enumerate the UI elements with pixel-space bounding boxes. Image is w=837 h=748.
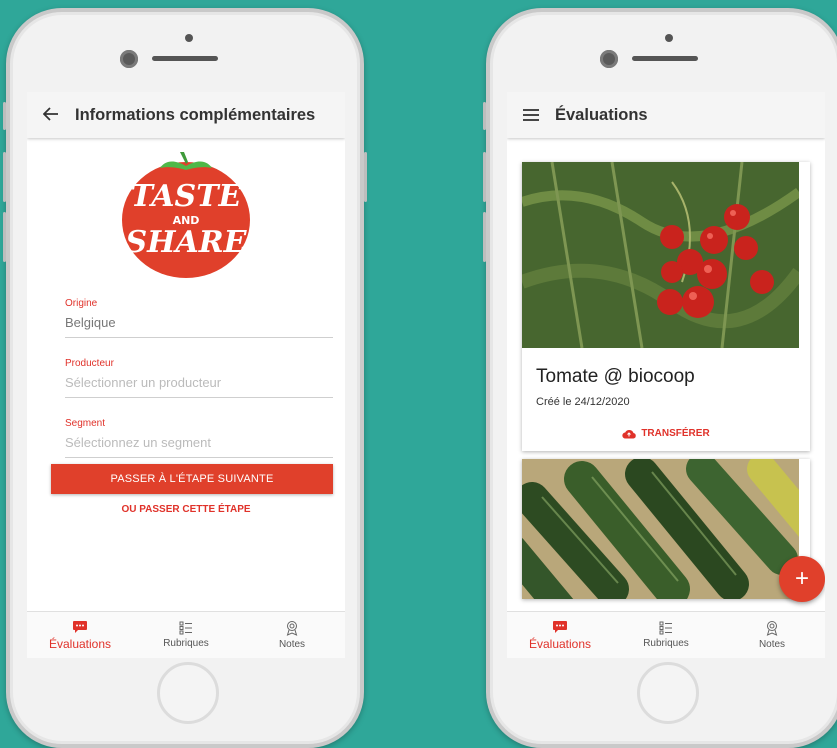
front-camera	[120, 50, 138, 68]
chat-bubble-icon	[73, 620, 87, 633]
producer-select[interactable]: Sélectionner un producteur	[65, 375, 333, 390]
nav-item-evaluations[interactable]: Évaluations	[507, 612, 613, 658]
side-button	[3, 212, 6, 262]
producer-field[interactable]: Producteur Sélectionner un producteur	[65, 358, 333, 398]
earpiece-speaker	[632, 56, 698, 61]
back-arrow-icon[interactable]	[27, 105, 75, 126]
transfer-label: TRANSFÉRER	[641, 428, 710, 439]
bottom-navigation: Évaluations Rubriques Notes	[27, 611, 345, 658]
phone-frame-left: Informations complémentaires TASTE AND S…	[3, 8, 367, 748]
page-title: Informations complémentaires	[75, 105, 316, 124]
side-button	[3, 152, 6, 202]
sensor-dot	[665, 34, 673, 42]
card-date: Créé le 24/12/2020	[536, 396, 630, 408]
cloud-upload-icon	[622, 429, 637, 439]
nav-item-rubriques[interactable]: Rubriques	[613, 612, 719, 658]
screen-right: Évaluations Tomate @ biocoop Créé le 24/…	[507, 92, 825, 658]
card-title: Tomate @ biocoop	[536, 366, 695, 387]
nav-label: Rubriques	[643, 638, 689, 649]
app-bar: Informations complémentaires	[27, 92, 345, 138]
nav-label: Rubriques	[163, 638, 209, 649]
skip-step-link[interactable]: OU PASSER CETTE ÉTAPE	[27, 504, 345, 515]
app-bar: Évaluations	[507, 92, 825, 138]
evaluation-card[interactable]: Tomate @ biocoop Créé le 24/12/2020 TRAN…	[522, 162, 810, 451]
menu-icon[interactable]	[507, 105, 555, 126]
segment-select[interactable]: Sélectionnez un segment	[65, 435, 333, 450]
segment-field[interactable]: Segment Sélectionnez un segment	[65, 418, 333, 458]
page-title: Évaluations	[555, 105, 648, 124]
nav-item-rubriques[interactable]: Rubriques	[133, 612, 239, 658]
svg-text:TASTE: TASTE	[131, 179, 243, 214]
award-icon	[766, 621, 778, 636]
nav-label: Évaluations	[48, 636, 112, 651]
segment-label: Segment	[65, 418, 106, 429]
nav-label: Notes	[278, 639, 306, 650]
origin-label: Origine	[65, 298, 98, 309]
next-step-button[interactable]: PASSER À L'ÉTAPE SUIVANTE	[51, 464, 333, 494]
award-icon	[286, 621, 298, 636]
bottom-navigation: Évaluations Rubriques Notes	[507, 611, 825, 658]
front-camera	[600, 50, 618, 68]
nav-item-evaluations[interactable]: Évaluations	[27, 612, 133, 658]
nav-item-notes[interactable]: Notes	[239, 612, 345, 658]
origin-value[interactable]: Belgique	[65, 315, 333, 330]
side-button	[483, 152, 486, 202]
tomatoes-photo	[522, 162, 799, 348]
tomato-logo-icon: TASTE AND SHARE	[122, 152, 250, 278]
producer-label: Producteur	[65, 358, 114, 369]
nav-item-notes[interactable]: Notes	[719, 612, 825, 658]
phone-frame-right: Évaluations Tomate @ biocoop Créé le 24/…	[483, 8, 837, 748]
taste-and-share-logo: TASTE AND SHARE	[27, 148, 345, 280]
zucchini-photo	[522, 459, 799, 599]
svg-text:SHARE: SHARE	[125, 225, 247, 260]
origin-field[interactable]: Origine Belgique	[65, 298, 333, 338]
nav-label: Évaluations	[528, 636, 592, 651]
list-icon	[659, 621, 672, 635]
side-button	[483, 102, 486, 130]
evaluation-card[interactable]	[522, 459, 810, 599]
earpiece-speaker	[152, 56, 218, 61]
side-button	[3, 102, 6, 130]
side-button	[483, 212, 486, 262]
home-button[interactable]	[637, 662, 699, 724]
screen-left: Informations complémentaires TASTE AND S…	[27, 92, 345, 658]
chat-bubble-icon	[553, 620, 567, 633]
sensor-dot	[185, 34, 193, 42]
list-icon	[179, 621, 192, 635]
home-button[interactable]	[157, 662, 219, 724]
side-button	[364, 152, 367, 202]
add-evaluation-fab[interactable]: +	[779, 556, 825, 602]
nav-label: Notes	[758, 639, 786, 650]
transfer-button[interactable]: TRANSFÉRER	[522, 408, 810, 451]
